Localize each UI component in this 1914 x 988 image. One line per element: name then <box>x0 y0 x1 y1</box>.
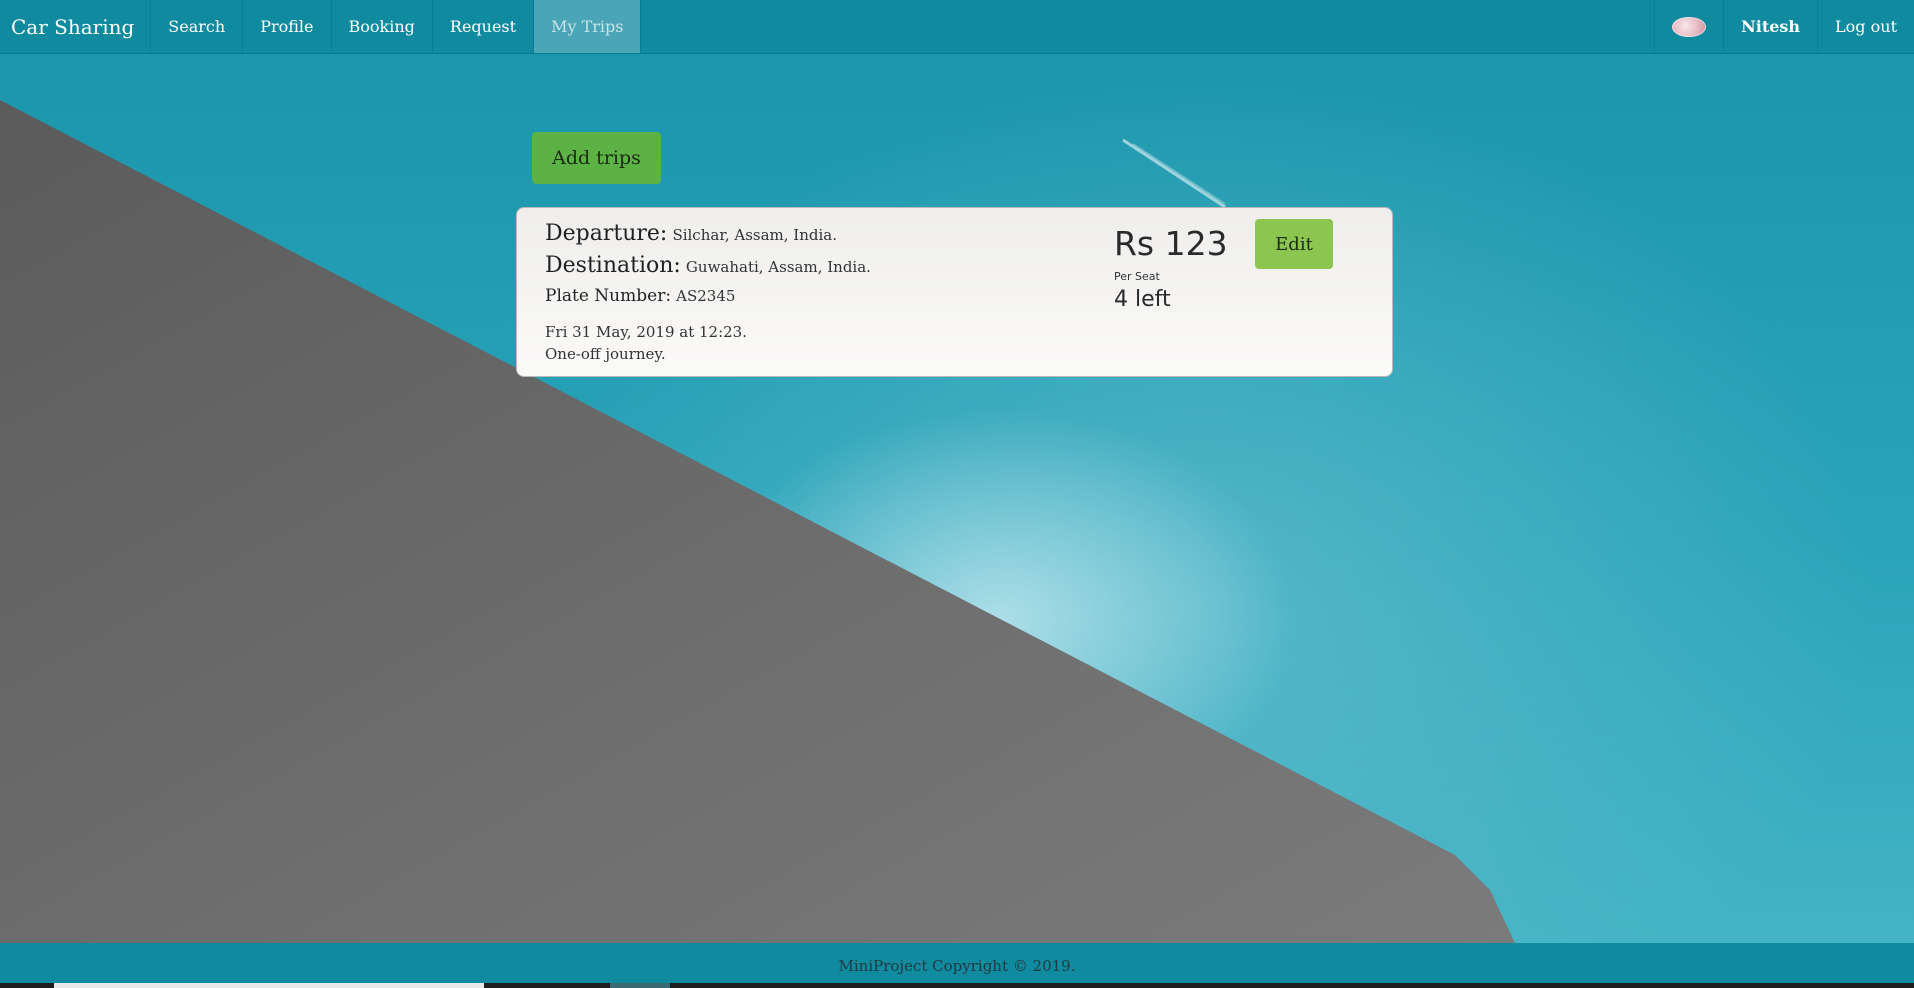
nav-username[interactable]: Nitesh <box>1723 0 1817 53</box>
footer-copyright: MiniProject Copyright © 2019. <box>838 956 1076 975</box>
plate-label: Plate Number: <box>545 286 672 306</box>
plate-value: AS2345 <box>676 287 736 305</box>
footer: MiniProject Copyright © 2019. <box>0 943 1914 988</box>
nav-request[interactable]: Request <box>433 0 535 53</box>
trip-price: Rs 123 <box>1114 224 1228 263</box>
seats-left: 4 left <box>1114 287 1171 312</box>
journey-type: One-off journey. <box>545 345 666 363</box>
nav-search[interactable]: Search <box>151 0 244 53</box>
add-trips-button[interactable]: Add trips <box>532 132 661 184</box>
destination-value: Guwahati, Assam, India. <box>685 258 871 276</box>
destination-label: Destination: <box>545 253 681 278</box>
departure-label: Departure: <box>545 221 668 246</box>
bottom-strip-segment <box>610 983 670 988</box>
departure-value: Silchar, Assam, India. <box>672 226 837 244</box>
trip-datetime: Fri 31 May, 2019 at 12:23. <box>545 323 747 341</box>
top-navbar: Car Sharing Search Profile Booking Reque… <box>0 0 1914 54</box>
bottom-strip-segment <box>54 983 484 988</box>
departure-row: Departure: Silchar, Assam, India. <box>545 221 837 246</box>
nav-logout[interactable]: Log out <box>1817 0 1914 53</box>
trip-card: Departure: Silchar, Assam, India. Destin… <box>516 207 1393 377</box>
background-wall-shape <box>0 100 1515 943</box>
nav-booking[interactable]: Booking <box>332 0 433 53</box>
destination-row: Destination: Guwahati, Assam, India. <box>545 253 871 278</box>
nav-profile[interactable]: Profile <box>243 0 332 53</box>
bottom-strip <box>0 983 1914 988</box>
plate-row: Plate Number: AS2345 <box>545 286 735 306</box>
nav-my-trips[interactable]: My Trips <box>534 0 642 53</box>
per-seat-label: Per Seat <box>1114 270 1160 283</box>
background-scene <box>0 0 1914 988</box>
nav-right-group: Nitesh Log out <box>1654 0 1914 53</box>
brand-logo[interactable]: Car Sharing <box>0 0 152 53</box>
user-avatar-link[interactable] <box>1654 0 1723 53</box>
edit-trip-button[interactable]: Edit <box>1255 219 1333 269</box>
avatar <box>1672 16 1707 37</box>
